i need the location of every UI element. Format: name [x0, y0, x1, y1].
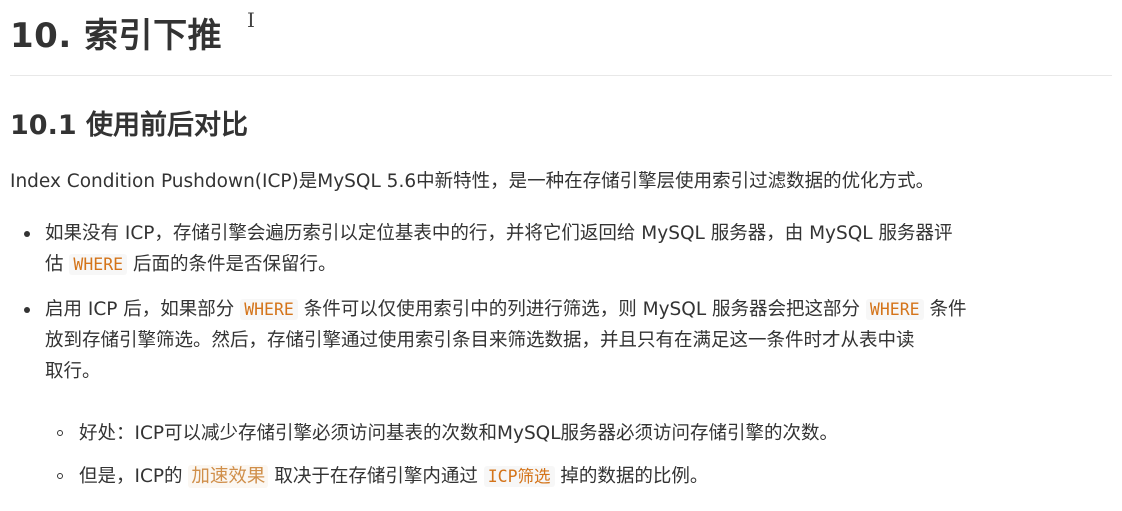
sub-list-item-text: 但是，ICP的 [79, 466, 189, 487]
text-cursor-icon: I [247, 8, 255, 32]
intro-paragraph: Index Condition Pushdown(ICP)是MySQL 5.6中… [10, 171, 935, 192]
list-item-text: 如果没有 ICP，存储引擎会遍历索引以定位基表中的行，并将它们返回给 MySQL… [45, 223, 953, 244]
list-item-text: 条件 [923, 299, 967, 320]
list-item-text: 后面的条件是否保留行。 [127, 254, 337, 275]
inline-code: ICP筛选 [483, 466, 555, 487]
sub-bullet-list: 好处：ICP可以减少存储引擎必须访问基表的次数和MySQL服务器必须访问存储引擎… [57, 418, 1097, 504]
list-item-text: 放到存储引擎筛选。然后，存储引擎通过使用索引条目来筛选数据，并且只有在满足这一条… [45, 330, 915, 351]
list-item-text: 取行。 [45, 361, 101, 382]
bullet-list: 如果没有 ICP，存储引擎会遍历索引以定位基表中的行，并将它们返回给 MySQL… [24, 218, 1114, 401]
bullet-dot-icon [24, 307, 30, 313]
title-divider [10, 75, 1112, 76]
sub-list-item-text: 好处：ICP可以减少存储引擎必须访问基表的次数和MySQL服务器必须访问存储引擎… [79, 423, 839, 444]
bullet-dot-icon [24, 231, 30, 237]
page-title: 10. 索引下推 [10, 16, 223, 56]
section-title: 10.1 使用前后对比 [10, 110, 249, 141]
list-item: 如果没有 ICP，存储引擎会遍历索引以定位基表中的行，并将它们返回给 MySQL… [24, 218, 1114, 280]
highlighted-text: 加速效果 [188, 465, 269, 488]
sub-list-item: 好处：ICP可以减少存储引擎必须访问基表的次数和MySQL服务器必须访问存储引擎… [57, 418, 1097, 449]
hollow-bullet-icon [57, 473, 63, 479]
list-item-text: 启用 ICP 后，如果部分 [45, 299, 241, 320]
sub-list-item-text: 取决于在存储引擎内通过 [268, 466, 484, 487]
sub-list-item: 但是，ICP的 加速效果 取决于在存储引擎内通过 ICP筛选 掉的数据的比例。 [57, 461, 1097, 492]
inline-code: WHERE [865, 299, 924, 320]
document-page: 10. 索引下推 I 10.1 使用前后对比 Index Condition P… [0, 0, 1122, 511]
inline-code: WHERE [240, 299, 298, 320]
sub-list-item-text: 掉的数据的比例。 [554, 466, 709, 487]
hollow-bullet-icon [57, 430, 63, 436]
list-item-text: 条件可以仅使用索引中的列进行筛选，则 MySQL 服务器会把这部分 [297, 299, 866, 320]
list-item: 启用 ICP 后，如果部分 WHERE 条件可以仅使用索引中的列进行筛选，则 M… [24, 294, 1114, 387]
inline-code: WHERE [69, 254, 128, 275]
list-item-text: 估 [45, 254, 70, 275]
